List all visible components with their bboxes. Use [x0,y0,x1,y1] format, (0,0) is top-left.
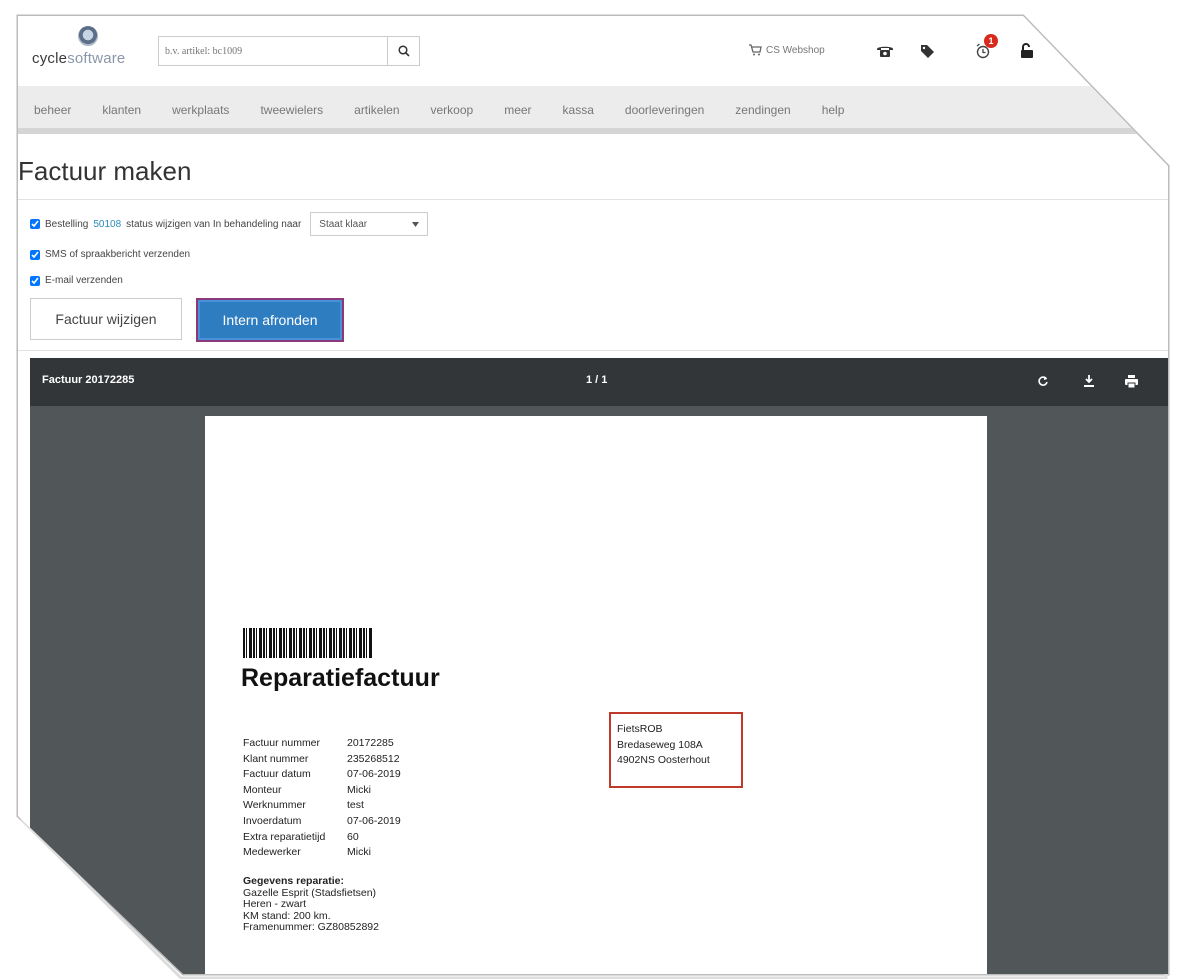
field-row: Factuur nummer 20172285 [243,737,394,749]
alarm-button[interactable]: 1 [972,34,998,62]
status-select[interactable]: Staat klaar [310,212,429,236]
email-label: E-mail verzenden [45,275,123,286]
status-change-option: Bestelling 50108 status wijzigen van In … [30,212,429,236]
order-number-link[interactable]: 50108 [93,219,121,230]
email-checkbox[interactable] [30,275,40,286]
tag-button[interactable] [916,40,938,62]
address-line: Bredaseweg 108A [617,738,703,751]
repair-line: Framenummer: GZ80852892 [243,921,379,933]
nav-item-help[interactable]: help [822,103,845,117]
title-divider [18,199,1168,200]
sms-option: SMS of spraakbericht verzenden [30,249,190,260]
repair-line: Heren - zwart [243,898,307,910]
page-title: Factuur maken [18,156,192,186]
field-row: Monteur Micki [243,783,371,796]
nav-item-zendingen[interactable]: zendingen [735,103,790,117]
pdf-toolbar: Factuur 20172285 1 / 1 [30,358,1168,406]
edit-invoice-button[interactable]: Factuur wijzigen [30,298,182,340]
search-box [158,36,420,66]
options-divider [18,350,1168,351]
search-input[interactable] [159,37,387,65]
rotate-button[interactable] [1032,370,1054,392]
field-row: Invoerdatum 07-06-2019 [243,814,401,827]
document-title: Reparatiefactuur [241,664,440,692]
nav-item-meer[interactable]: meer [504,103,531,117]
logo-text: cyclesoftware [32,50,126,67]
pdf-page-indicator: 1 / 1 [586,374,608,386]
print-icon [1124,374,1138,388]
repair-details: Gegevens reparatie: Gazelle Esprit (Stad… [243,875,379,934]
pdf-viewer: Factuur 20172285 1 / 1 Reparatiefactuur … [30,358,1168,974]
field-row: Klant nummer 235268512 [243,752,400,765]
phone-icon [877,46,893,57]
pdf-page: Reparatiefactuur Factuur nummer 20172285 … [205,416,987,974]
pdf-title: Factuur 20172285 [42,374,135,386]
finish-internal-button[interactable]: Intern afronden [196,298,344,342]
field-row: Werknummer test [243,799,364,812]
nav-item-klanten[interactable]: klanten [102,103,141,117]
nav-item-doorleveringen[interactable]: doorleveringen [625,103,704,117]
unlock-icon [1021,43,1033,58]
phone-button[interactable] [874,40,896,62]
nav-item-artikelen[interactable]: artikelen [354,103,399,117]
nav-item-tweewielers[interactable]: tweewielers [260,103,323,117]
nav-item-verkoop[interactable]: verkoop [431,103,474,117]
alarm-badge: 1 [984,34,998,48]
status-prefix: Bestelling [45,218,89,230]
field-row: Extra reparatietijd 60 [243,830,359,843]
address-line: FietsROB [617,723,663,735]
address-block: FietsROB Bredaseweg 108A 4902NS Oosterho… [609,712,743,788]
status-select-value: Staat klaar [319,218,368,230]
repair-heading: Gegevens reparatie: [243,875,344,887]
sms-label: SMS of spraakbericht verzenden [45,249,191,260]
nav-item-kassa[interactable]: kassa [563,103,594,117]
email-option: E-mail verzenden [30,275,123,286]
webshop-link[interactable]: CS Webshop [748,44,825,56]
tag-icon [920,44,934,58]
barcode-image [243,628,373,658]
main-nav: beheer klanten werkplaats tweewielers ar… [18,86,1168,134]
app-window: cyclesoftware CS Webshop [18,16,1168,974]
top-bar: cyclesoftware CS Webshop [18,16,1168,76]
status-suffix: status wijzigen van In behandeling naar [126,218,302,230]
nav-item-werkplaats[interactable]: werkplaats [172,103,229,117]
cart-icon [749,44,762,56]
lock-button[interactable] [1016,40,1038,62]
rotate-icon [1038,376,1048,386]
print-button[interactable] [1120,370,1142,392]
search-icon [397,45,410,57]
caret-down-icon [412,221,420,227]
search-button[interactable] [387,37,419,65]
sms-checkbox[interactable] [30,249,40,260]
cyclesoftware-logo[interactable]: cyclesoftware [32,26,142,71]
nav-item-beheer[interactable]: beheer [34,103,71,117]
download-button[interactable] [1078,370,1100,392]
status-change-checkbox[interactable] [30,219,40,229]
download-icon [1084,375,1094,387]
logo-mark-icon [78,26,98,46]
webshop-label: CS Webshop [766,44,825,56]
invoice-fields: Factuur nummer 20172285 Klant nummer 23526… [243,736,401,861]
field-row: Medewerker Micki [243,846,371,859]
address-line: 4902NS Oosterhout [617,754,710,766]
field-row: Factuur datum 07-06-2019 [243,768,401,781]
